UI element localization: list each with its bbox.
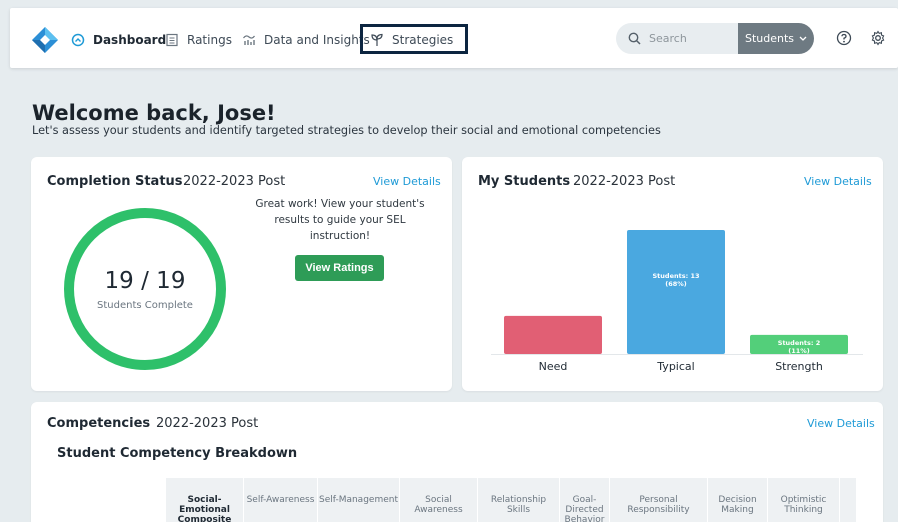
competencies-term: 2022-2023 Post	[156, 416, 259, 431]
chart-bar-label: Students: 2	[778, 339, 820, 347]
nav-data-insights[interactable]: Data and Insights	[242, 30, 370, 50]
column-header[interactable]: Self-Management	[318, 478, 400, 522]
role-select-label: Students	[744, 32, 795, 45]
top-nav: Dashboard Ratings Data and Insights Stra…	[10, 8, 898, 68]
logo-icon[interactable]	[31, 26, 59, 54]
column-header[interactable]: Social Awareness	[400, 478, 478, 522]
column-header[interactable]: Decision Making	[708, 478, 768, 522]
students-view-details-link[interactable]: View Details	[804, 175, 872, 188]
ratings-icon	[166, 33, 178, 47]
insights-icon	[243, 35, 255, 45]
nav-dashboard[interactable]: Dashboard	[71, 30, 166, 50]
column-header[interactable]: Optimistic Thinking	[768, 478, 840, 522]
view-ratings-button[interactable]: View Ratings	[295, 255, 384, 281]
column-header[interactable]: Personal Responsibility	[610, 478, 708, 522]
nav-ratings[interactable]: Ratings	[165, 30, 232, 50]
chart-category-need: Need	[538, 360, 568, 373]
page-title: Welcome back, Jose!	[32, 101, 276, 125]
chart-bar-label: (11%)	[788, 347, 810, 355]
chevron-down-icon	[799, 36, 807, 41]
gear-icon[interactable]	[870, 30, 886, 46]
column-header[interactable]: Social-Emotional Composite	[166, 478, 244, 522]
column-header[interactable]: Self-Awareness	[244, 478, 318, 522]
nav-ratings-label: Ratings	[187, 33, 232, 47]
column-header[interactable]: Goal-Directed Behavior	[560, 478, 610, 522]
completion-message: Great work! View your student's results …	[255, 198, 425, 242]
strategies-highlight	[360, 24, 468, 54]
completion-count: 19 / 19	[104, 268, 186, 294]
nav-dashboard-label: Dashboard	[93, 33, 167, 47]
role-select[interactable]: Students	[738, 23, 814, 54]
nav-data-insights-label: Data and Insights	[264, 33, 370, 47]
students-bar-chart: Students: 4 (21%) Students: 13 (68%) Student…	[491, 207, 863, 374]
students-term: 2022-2023 Post	[573, 174, 676, 189]
competency-table-header: Social-Emotional Composite Self-Awarenes…	[166, 478, 856, 522]
students-title: My Students	[478, 174, 571, 189]
search-input[interactable]	[649, 32, 729, 45]
search-icon	[628, 32, 641, 45]
completion-view-details-link[interactable]: View Details	[373, 175, 441, 188]
chart-bar-typical[interactable]	[627, 230, 725, 354]
competencies-title: Competencies	[47, 416, 151, 431]
completion-term: 2022-2023 Post	[183, 174, 286, 189]
column-header[interactable]: Relationship Skills	[478, 478, 560, 522]
search-box[interactable]	[616, 23, 740, 54]
chart-bar-label: (68%)	[665, 280, 687, 288]
completion-ring: 19 / 19 Students Complete	[64, 208, 226, 370]
completion-title: Completion Status	[47, 174, 183, 189]
competencies-view-details-link[interactable]: View Details	[807, 417, 875, 430]
competency-breakdown-title: Student Competency Breakdown	[57, 446, 298, 461]
chart-bar-label: Students: 13	[653, 272, 700, 280]
chart-svg: Students: 4(21%)Students: 13(68%)Student…	[491, 230, 863, 374]
chart-bar-need[interactable]	[504, 315, 602, 354]
help-icon[interactable]	[836, 30, 852, 46]
chart-category-strength: Strength	[775, 360, 823, 373]
completion-count-label: Students Complete	[97, 300, 193, 311]
page-subtitle: Let's assess your students and identify …	[32, 124, 661, 137]
dashboard-icon	[71, 33, 85, 47]
chart-category-typical: Typical	[657, 360, 695, 373]
